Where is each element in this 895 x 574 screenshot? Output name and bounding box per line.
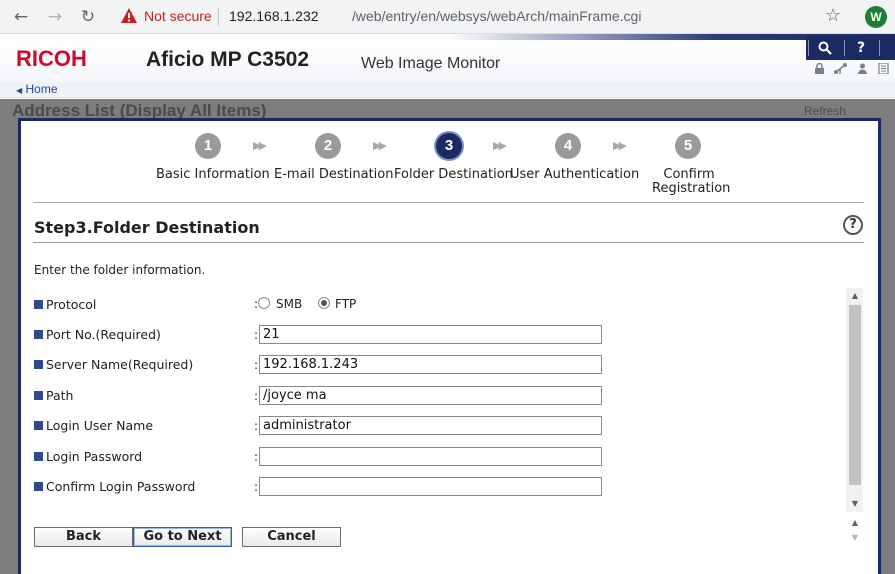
bullet-icon xyxy=(34,391,43,400)
port-label-text: Port No.(Required) xyxy=(46,327,161,342)
warning-icon[interactable] xyxy=(120,7,138,25)
server-name-label: Server Name(Required) xyxy=(34,357,193,372)
list-icon[interactable] xyxy=(878,62,889,77)
bullet-icon xyxy=(34,421,43,430)
step-5-label-line2: Registration xyxy=(652,181,731,196)
bullet-icon xyxy=(34,300,43,309)
back-button[interactable]: Back xyxy=(34,527,133,547)
background-refresh-link: Refresh xyxy=(804,104,847,118)
url-separator xyxy=(218,8,219,26)
field-colon: : xyxy=(254,328,259,342)
login-user-name-label-text: Login User Name xyxy=(46,418,154,433)
step-arrow-icon: ▶▶ xyxy=(373,139,387,152)
device-model: Aficio MP C3502 xyxy=(146,48,310,71)
step-arrow-icon: ▶▶ xyxy=(613,139,627,152)
step-5-indicator: 5 xyxy=(675,133,701,159)
user-icon[interactable] xyxy=(857,63,868,77)
bullet-icon xyxy=(34,482,43,491)
header-accent-stripe xyxy=(0,34,895,40)
header-separator xyxy=(844,40,845,56)
login-password-label: Login Password xyxy=(34,449,142,464)
step-3-label: Folder Destination xyxy=(394,167,513,182)
login-password-input[interactable] xyxy=(259,447,602,466)
login-user-name-label: Login User Name xyxy=(34,418,153,433)
network-icon[interactable] xyxy=(834,63,847,77)
path-label-text: Path xyxy=(46,388,74,403)
step-4-label: User Authentication xyxy=(510,167,640,182)
path-label: Path xyxy=(34,388,73,403)
url-host: 192.168.1.232 xyxy=(229,8,319,24)
caret-left-icon: ◀ xyxy=(16,86,23,95)
help-menu-icon[interactable]: ? xyxy=(848,38,874,58)
step-2-indicator: 2 xyxy=(315,133,341,159)
step-2-label: E-mail Destination xyxy=(274,167,394,182)
port-label: Port No.(Required) xyxy=(34,327,161,342)
step-5-label-line1: Confirm xyxy=(663,167,715,182)
title-divider xyxy=(33,242,864,243)
scrollbar-thumb[interactable] xyxy=(849,305,861,485)
home-link[interactable]: ◀ Home xyxy=(16,82,58,96)
bookmark-star-icon[interactable]: ☆ xyxy=(825,5,841,26)
field-colon: : xyxy=(254,419,259,433)
field-colon: : xyxy=(254,450,259,464)
login-password-label-text: Login Password xyxy=(46,449,143,464)
server-name-label-text: Server Name(Required) xyxy=(46,357,194,372)
security-status[interactable]: Not secure xyxy=(144,8,212,24)
bullet-icon xyxy=(34,360,43,369)
bullet-icon xyxy=(34,452,43,461)
field-colon: : xyxy=(254,480,259,494)
back-arrow-icon[interactable]: ← xyxy=(10,6,32,28)
server-name-input[interactable]: 192.168.1.243 xyxy=(259,355,602,374)
instruction-text: Enter the folder information. xyxy=(34,263,206,277)
app-name: Web Image Monitor xyxy=(361,55,501,72)
breadcrumb-bar xyxy=(0,82,895,98)
smb-radio[interactable] xyxy=(258,297,270,309)
home-link-label: Home xyxy=(25,82,58,96)
protocol-label-text: Protocol xyxy=(46,297,97,312)
confirm-password-input[interactable] xyxy=(259,477,602,496)
brand-logo: RICOH xyxy=(16,46,87,71)
scroll-up-icon[interactable]: ▲ xyxy=(849,291,861,300)
reload-icon[interactable]: ↻ xyxy=(77,6,99,28)
header-separator xyxy=(808,40,809,56)
protocol-label: Protocol xyxy=(34,297,96,312)
confirm-password-label-text: Confirm Login Password xyxy=(46,479,196,494)
profile-avatar[interactable]: W xyxy=(865,6,887,28)
help-icon[interactable]: ? xyxy=(843,215,863,235)
ftp-radio[interactable] xyxy=(318,297,330,309)
smb-radio-label[interactable]: SMB xyxy=(276,297,302,311)
login-user-name-input[interactable]: administrator xyxy=(259,416,602,435)
field-colon: : xyxy=(254,358,259,372)
address-bar[interactable]: Not secure 192.168.1.232 /web/entry/en/w… xyxy=(108,3,856,31)
page-scroll-down-icon[interactable]: ▼ xyxy=(849,533,861,542)
port-input[interactable]: 21 xyxy=(259,325,602,344)
step-1-label: Basic Information xyxy=(156,167,270,182)
browser-toolbar: ← → ↻ Not secure 192.168.1.232 /web/entr… xyxy=(0,0,895,34)
go-to-next-button[interactable]: Go to Next xyxy=(133,527,232,547)
step-4-indicator: 4 xyxy=(555,133,581,159)
page-title: Step3.Folder Destination xyxy=(34,218,260,237)
search-icon[interactable] xyxy=(812,38,838,58)
cancel-button[interactable]: Cancel xyxy=(242,527,341,547)
path-input[interactable]: /joyce ma xyxy=(259,386,602,405)
step-arrow-icon: ▶▶ xyxy=(253,139,267,152)
page-scroll-up-icon[interactable]: ▲ xyxy=(849,518,861,527)
forward-arrow-icon[interactable]: → xyxy=(44,6,66,28)
field-colon: : xyxy=(254,389,259,403)
bullet-icon xyxy=(34,330,43,339)
step-5-label: Confirm Registration xyxy=(652,167,731,196)
step-arrow-icon: ▶▶ xyxy=(493,139,507,152)
step-3-indicator: 3 xyxy=(436,133,462,159)
ftp-radio-label[interactable]: FTP xyxy=(335,297,356,311)
confirm-password-label: Confirm Login Password xyxy=(34,479,195,494)
scroll-down-icon[interactable]: ▼ xyxy=(849,499,861,508)
step-1-indicator: 1 xyxy=(195,133,221,159)
url-path: /web/entry/en/websys/webArch/mainFrame.c… xyxy=(352,8,642,24)
header-separator xyxy=(879,40,880,56)
lock-icon[interactable] xyxy=(814,62,825,77)
